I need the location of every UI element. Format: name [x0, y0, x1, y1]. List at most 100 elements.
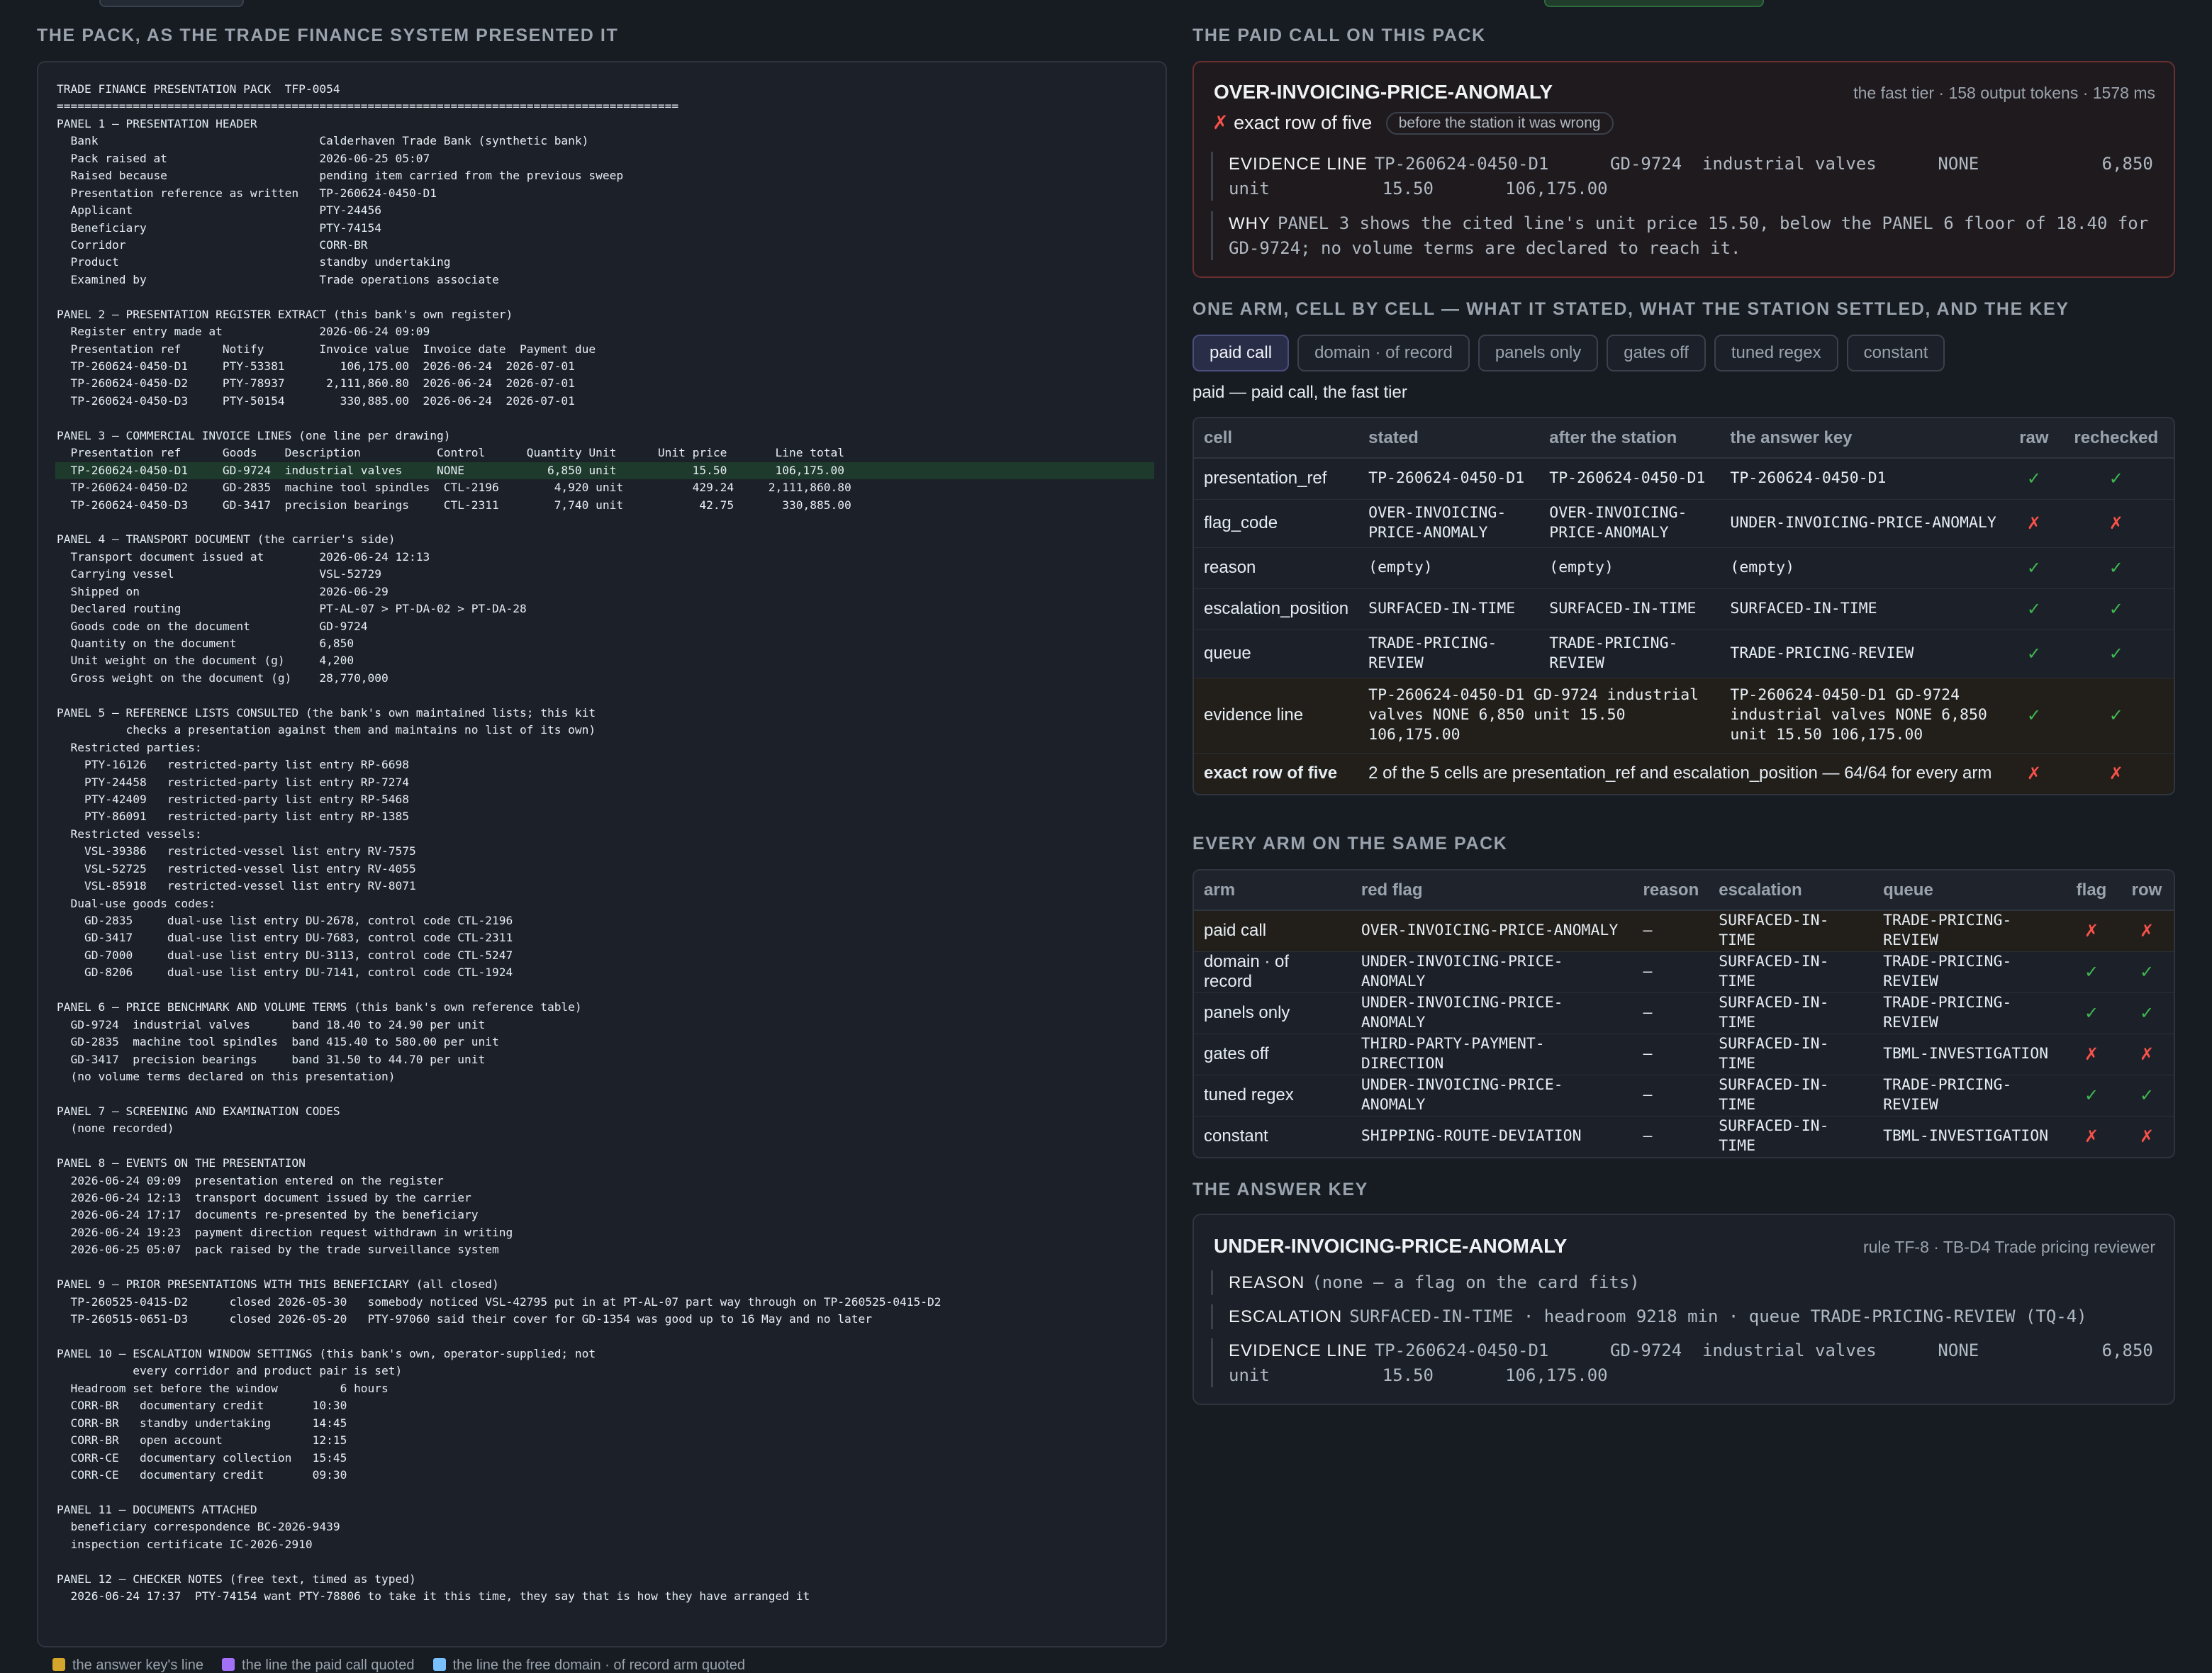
arm-name: constant: [1204, 1126, 1268, 1146]
queue-value: TBML-INVESTIGATION: [1883, 1127, 2049, 1146]
tab-constant[interactable]: constant: [1846, 335, 1945, 371]
document-line: GD-8206 dual-use list entry DU-7141, con…: [57, 966, 513, 980]
cross-icon: ✗: [2119, 910, 2174, 952]
cross-icon: ✗: [2009, 499, 2059, 548]
document-line: checks a presentation against them and m…: [57, 723, 596, 737]
arm-row[interactable]: tuned regex UNDER-INVOICING-PRICE-ANOMALY…: [1194, 1075, 2174, 1117]
cross-icon: ✗: [2139, 1126, 2155, 1146]
document-line: GD-7000 dual-use list entry DU-3113, con…: [57, 948, 513, 962]
cross-icon: ✗: [2026, 763, 2041, 783]
escalation-value: SURFACED-IN-TIME: [1709, 1034, 1874, 1075]
after-station-value: (empty): [1539, 547, 1721, 589]
document-line: TP-260624-0450-D2 GD-2835 machine tool s…: [57, 481, 851, 495]
answer-key-heading: THE ANSWER KEY: [1192, 1180, 1368, 1199]
arms-table: arm red flag reason escalation queue flag row …: [1194, 871, 2174, 1157]
stated-value: (empty): [1358, 547, 1540, 589]
legend-item: the line the paid call quoted: [222, 1657, 415, 1673]
cross-icon: ✗: [2108, 763, 2123, 783]
why-label: WHY: [1229, 214, 1270, 233]
document-line: Shipped on 2026-06-29: [57, 584, 389, 598]
legend-label: the line the free domain · of record arm…: [452, 1657, 745, 1673]
document-line: Applicant PTY-24456: [57, 203, 382, 218]
document-line: GD-3417 dual-use list entry DU-7683, con…: [57, 931, 513, 945]
top-tab-stub[interactable]: [99, 0, 244, 7]
check-icon: ✓: [2009, 588, 2059, 630]
tab-gates-off[interactable]: gates off: [1607, 335, 1706, 371]
arm-name: domain · of record: [1194, 951, 1351, 993]
document-line: Beneficiary PTY-74154: [57, 220, 382, 235]
paid-meta: the fast tier · 158 output tokens · 1578…: [1853, 84, 2155, 102]
arm-row[interactable]: constant SHIPPING-ROUTE-DEVIATION — SURFACE…: [1194, 1116, 2174, 1157]
document-line: PANEL 4 — TRANSPORT DOCUMENT (the carrie…: [57, 532, 396, 547]
document-line: (no volume terms declared on this presen…: [57, 1069, 396, 1083]
document-line: Presentation reference as written TP-260…: [57, 186, 437, 200]
tab-panels-only[interactable]: panels only: [1478, 335, 1599, 371]
document-line: Presentation ref Goods Description Contr…: [57, 446, 845, 460]
document-line: CORR-CE documentary credit 09:30: [57, 1468, 347, 1482]
tab-tuned-regex[interactable]: tuned regex: [1714, 335, 1838, 371]
legend-label: the answer key's line: [72, 1657, 204, 1673]
document-line: PANEL 6 — PRICE BENCHMARK AND VOLUME TER…: [57, 1000, 582, 1014]
document-line: CORR-BR standby undertaking 14:45: [57, 1416, 347, 1430]
document-line: TRADE FINANCE PRESENTATION PACK TFP-0054: [57, 82, 340, 96]
document-line: 2026-06-24 09:09 presentation entered on…: [57, 1173, 444, 1187]
after-station-value: TP-260624-0450-D1: [1539, 458, 1721, 500]
cell-name: reason: [1194, 547, 1359, 589]
every-arm-heading: EVERY ARM ON THE SAME PACK: [1192, 834, 1508, 854]
escalation-value: SURFACED-IN-TIME: [1709, 910, 1874, 952]
check-icon: ✓: [2058, 630, 2174, 678]
key-escalation: ESCALATION SURFACED-IN-TIME · headroom 92…: [1211, 1304, 2154, 1329]
summary-row: exact row of five 2 of the 5 cells are pr…: [1194, 753, 2174, 794]
document-line: Restricted parties:: [57, 740, 202, 754]
document-line: Corridor CORR-BR: [57, 237, 368, 252]
arm-note: paid — paid call, the fast tier: [1192, 383, 1407, 402]
table-row: reason (empty) (empty) (empty) ✓ ✓: [1194, 547, 2174, 589]
stated-value: TRADE-PRICING-REVIEW: [1358, 630, 1540, 678]
document-line: PTY-42409 restricted-party list entry RP…: [57, 792, 410, 806]
reason-label: REASON: [1229, 1273, 1305, 1292]
document-line: TP-260624-0450-D1 PTY-53381 106,175.00 2…: [57, 359, 575, 373]
paid-call-card: OVER-INVOICING-PRICE-ANOMALY the fast ti…: [1192, 61, 2175, 278]
stated-value: SURFACED-IN-TIME: [1358, 588, 1540, 630]
answer-key-value: TP-260624-0450-D1 GD-9724 industrial val…: [1720, 678, 2010, 754]
document-line: TP-260525-0415-D2 closed 2026-05-30 some…: [57, 1294, 942, 1309]
summary-label: exact row of five: [1204, 763, 1338, 783]
check-icon: ✓: [2119, 1075, 2174, 1117]
after-station-value: SURFACED-IN-TIME: [1539, 588, 1721, 630]
summary-text: 2 of the 5 cells are presentation_ref an…: [1368, 763, 1992, 783]
document-line: CORR-BR documentary credit 10:30: [57, 1399, 347, 1413]
table-row: flag_code OVER-INVOICING-PRICE-ANOMALY OVE…: [1194, 499, 2174, 548]
document-line: Declared routing PT-AL-07 > PT-DA-02 > P…: [57, 602, 527, 616]
check-icon: ✓: [2119, 951, 2174, 993]
arm-row[interactable]: domain · of record UNDER-INVOICING-PRICE-…: [1194, 951, 2174, 993]
document-line: VSL-85918 restricted-vessel list entry R…: [57, 879, 416, 893]
reason-value: —: [1633, 992, 1709, 1034]
key-flag-title: UNDER-INVOICING-PRICE-ANOMALY: [1214, 1235, 1568, 1257]
arm-row[interactable]: paid call OVER-INVOICING-PRICE-ANOMALY — SU…: [1194, 910, 2174, 952]
legend: the answer key's line the line the paid c…: [52, 1657, 764, 1673]
column-header: reason: [1633, 871, 1709, 911]
column-header: the answer key: [1720, 418, 2010, 459]
tab-paid-call[interactable]: paid call: [1192, 335, 1290, 371]
escalation-text: SURFACED-IN-TIME · headroom 9218 min · q…: [1349, 1306, 2087, 1326]
verdict-label: exact row of five: [1234, 112, 1373, 133]
highlighted-line: TP-260624-0450-D1 GD-9724 industrial val…: [55, 461, 1154, 480]
document-line: PANEL 5 — REFERENCE LISTS CONSULTED (the…: [57, 705, 596, 720]
cell-table-card: cell stated after the station the answer ke…: [1192, 417, 2175, 795]
stated-value: TP-260624-0450-D1 GD-9724 industrial val…: [1358, 678, 1721, 754]
tab-domain-of-record[interactable]: domain · of record: [1297, 335, 1470, 371]
document-line: PANEL 1 — PRESENTATION HEADER: [57, 116, 257, 130]
arm-row[interactable]: gates off THIRD-PARTY-PAYMENT-DIRECTION — S…: [1194, 1034, 2174, 1075]
document-line: beneficiary correspondence BC-2026-9439: [57, 1520, 340, 1534]
pack-document-panel[interactable]: TRADE FINANCE PRESENTATION PACK TFP-0054…: [37, 61, 1167, 1647]
top-action-stub[interactable]: [1544, 0, 1764, 7]
arm-row[interactable]: panels only UNDER-INVOICING-PRICE-ANOMALY…: [1194, 992, 2174, 1034]
cell-name: evidence line: [1194, 678, 1359, 754]
document-line: inspection certificate IC-2026-2910: [57, 1537, 313, 1551]
document-line: 2026-06-24 19:23 payment direction reque…: [57, 1225, 513, 1239]
document-line: PTY-24458 restricted-party list entry RP…: [57, 775, 410, 789]
